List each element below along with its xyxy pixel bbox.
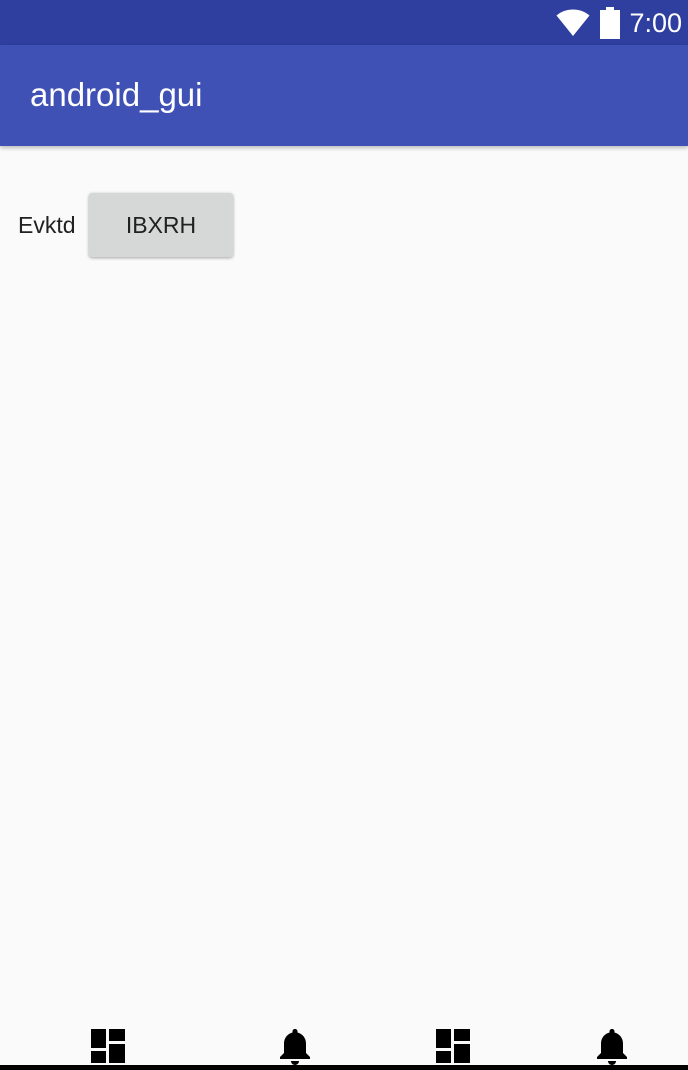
dashboard-icon: [91, 1029, 125, 1063]
status-bar: 7:00: [0, 0, 688, 45]
status-icons: 7:00: [556, 5, 682, 41]
app-bar: android_gui: [0, 45, 688, 146]
bottom-navigation: [0, 1020, 688, 1066]
action-button[interactable]: IBXRH: [89, 193, 233, 257]
nav-item-notifications-1[interactable]: [265, 1026, 325, 1066]
nav-item-dashboard-2[interactable]: [423, 1026, 483, 1066]
label-text: Evktd: [18, 212, 76, 238]
screen: 7:00 android_gui Evktd IBXRH: [0, 0, 688, 1070]
status-time: 7:00: [629, 8, 682, 38]
notifications-icon: [597, 1029, 627, 1065]
main-content: Evktd IBXRH: [0, 146, 688, 1026]
nav-item-dashboard-1[interactable]: [78, 1026, 138, 1066]
app-title: android_gui: [30, 76, 203, 113]
notifications-icon: [280, 1029, 310, 1065]
nav-item-notifications-2[interactable]: [582, 1026, 642, 1066]
wifi-icon: [556, 9, 590, 36]
battery-icon: [600, 7, 621, 39]
dashboard-icon: [436, 1029, 470, 1063]
bottom-divider: [0, 1065, 688, 1070]
